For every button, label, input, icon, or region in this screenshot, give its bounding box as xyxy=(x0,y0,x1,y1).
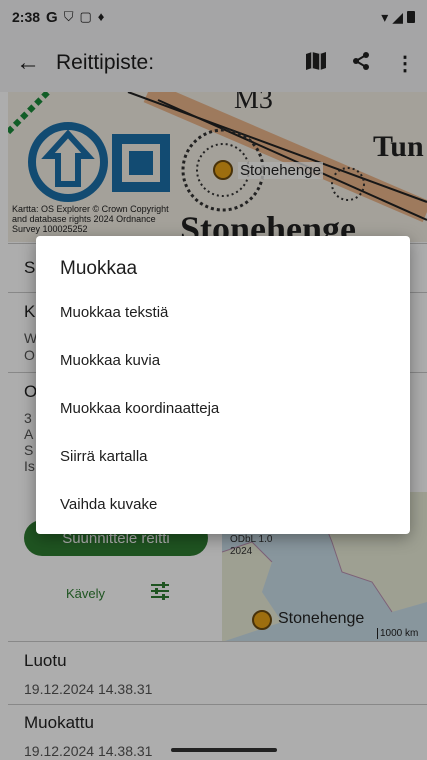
menu-item-edit-images[interactable]: Muokkaa kuvia xyxy=(60,352,160,369)
menu-item-move-on-map[interactable]: Siirrä kartalla xyxy=(60,448,148,465)
menu-item-edit-coordinates[interactable]: Muokkaa koordinaatteja xyxy=(60,400,219,417)
menu-item-edit-text[interactable]: Muokkaa tekstiä xyxy=(60,304,168,321)
edit-dialog: Muokkaa Muokkaa tekstiä Muokkaa kuvia Mu… xyxy=(36,236,410,534)
menu-item-change-icon[interactable]: Vaihda kuvake xyxy=(60,496,157,513)
gesture-nav-handle[interactable] xyxy=(171,748,277,752)
dialog-title: Muokkaa xyxy=(60,258,138,279)
